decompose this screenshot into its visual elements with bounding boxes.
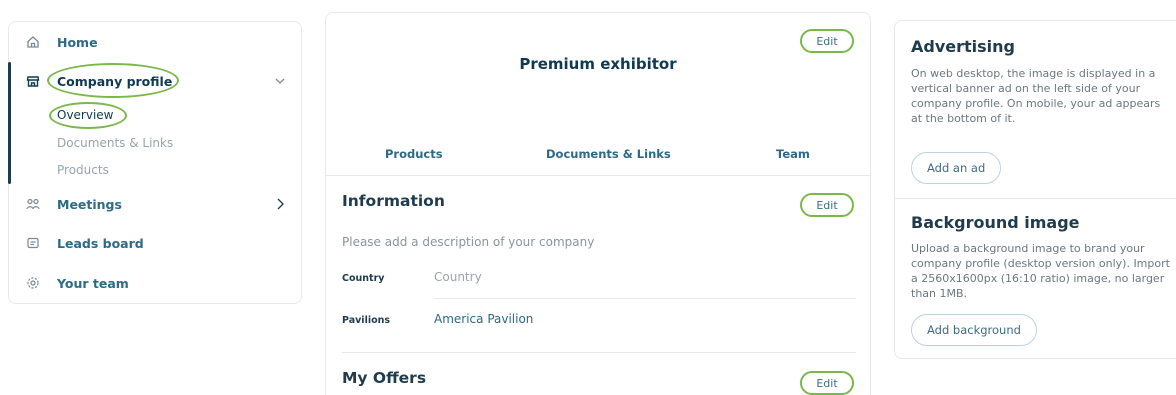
profile-tabs: Products Documents & Links Team xyxy=(326,147,870,177)
home-icon xyxy=(26,35,40,49)
information-title: Information xyxy=(342,192,445,210)
sidebar-item-leads-board[interactable]: Leads board xyxy=(9,229,301,257)
divider xyxy=(342,352,856,353)
description-placeholder[interactable]: Please add a description of your company xyxy=(342,235,594,249)
chevron-down-icon[interactable] xyxy=(273,74,287,88)
tab-team[interactable]: Team xyxy=(776,147,810,161)
store-icon xyxy=(26,74,40,88)
sidebar-item-label: Company profile xyxy=(57,73,173,89)
sidebar: Home Company profile Overview Documents … xyxy=(8,21,302,304)
divider xyxy=(895,198,1176,199)
add-ad-button[interactable]: Add an ad xyxy=(911,152,1002,184)
subnav-item-documents-links[interactable]: Documents & Links xyxy=(57,136,173,150)
sidebar-item-label: Home xyxy=(57,34,98,50)
advertising-title: Advertising xyxy=(911,37,1015,56)
add-background-button[interactable]: Add background xyxy=(911,314,1037,346)
gear-icon xyxy=(26,276,40,290)
divider xyxy=(434,298,856,299)
sidebar-item-your-team[interactable]: Your team xyxy=(9,269,301,297)
leads-icon xyxy=(26,236,40,250)
advertising-description: On web desktop, the image is displayed i… xyxy=(911,67,1161,125)
background-image-description: Upload a background image to brand your … xyxy=(911,242,1170,300)
country-label: Country xyxy=(342,273,385,284)
edit-header-button[interactable]: Edit xyxy=(800,29,854,53)
tab-documents-links[interactable]: Documents & Links xyxy=(546,147,671,161)
sidebar-item-label: Your team xyxy=(57,275,129,291)
subnav-item-overview[interactable]: Overview xyxy=(57,108,114,122)
subnav-item-products[interactable]: Products xyxy=(57,163,109,177)
page-title: Premium exhibitor xyxy=(519,55,677,73)
country-value: Country xyxy=(434,270,482,284)
sidebar-item-home[interactable]: Home xyxy=(9,28,301,56)
edit-information-button[interactable]: Edit xyxy=(800,193,854,217)
pavilions-value[interactable]: America Pavilion xyxy=(434,312,533,326)
background-image-title: Background image xyxy=(911,213,1080,232)
my-offers-title: My Offers xyxy=(342,369,427,387)
chevron-right-icon[interactable] xyxy=(273,197,287,211)
sidebar-item-label: Leads board xyxy=(57,235,144,251)
sidebar-item-label: Meetings xyxy=(57,196,122,212)
sidebar-item-meetings[interactable]: Meetings xyxy=(9,190,301,218)
company-profile-card: Edit Premium exhibitor Products Document… xyxy=(325,12,871,395)
edit-offers-button[interactable]: Edit xyxy=(800,371,854,395)
branding-card: Advertising On web desktop, the image is… xyxy=(894,20,1176,359)
people-icon xyxy=(26,197,40,211)
pavilions-label: Pavilions xyxy=(342,315,391,326)
divider xyxy=(326,175,870,176)
tab-products[interactable]: Products xyxy=(385,147,443,161)
sidebar-item-company-profile[interactable]: Company profile xyxy=(9,67,301,95)
